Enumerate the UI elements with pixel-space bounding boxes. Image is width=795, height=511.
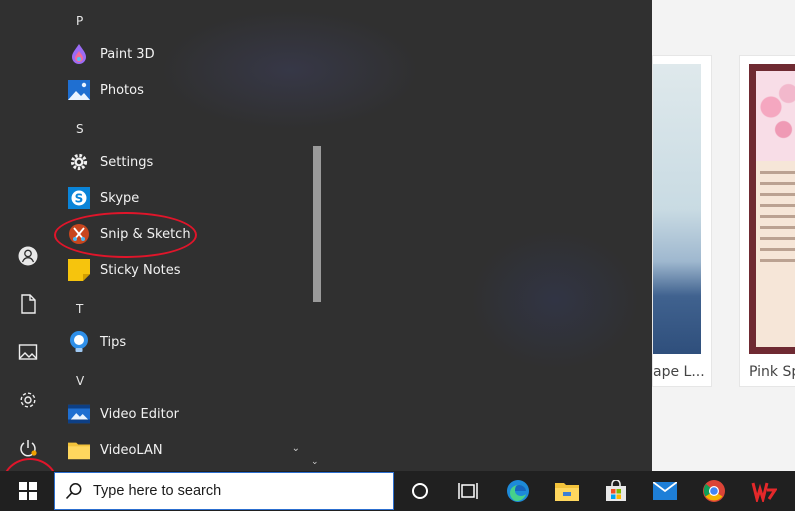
app-snip-and-sketch[interactable]: Snip & Sketch (68, 219, 308, 249)
app-sticky-notes[interactable]: Sticky Notes (68, 255, 308, 285)
settings-icon[interactable] (5, 378, 51, 422)
app-list: P Paint 3D Photos S Settings S Skype Sni… (54, 0, 312, 471)
start-rail (0, 0, 54, 471)
section-header-s[interactable]: S (76, 122, 84, 136)
section-header-p[interactable]: P (76, 14, 83, 28)
app-label: Paint 3D (100, 46, 155, 62)
cherry-blossom-image (756, 71, 795, 161)
section-header-t[interactable]: T (76, 302, 83, 316)
photos-icon (68, 79, 90, 101)
thumbnail-text-lines (760, 171, 795, 270)
task-view-icon[interactable] (444, 471, 492, 511)
store-icon[interactable] (592, 471, 640, 511)
documents-icon[interactable] (5, 282, 51, 326)
start-button[interactable] (4, 471, 52, 511)
app-settings[interactable]: Settings (68, 147, 308, 177)
app-videolan-folder[interactable]: VideoLAN ⌄ (68, 435, 308, 465)
app-label: Skype (100, 190, 140, 206)
user-account-icon[interactable] (5, 234, 51, 278)
document-card[interactable]: Pink Sp (739, 55, 795, 387)
app-photos[interactable]: Photos (68, 75, 308, 105)
app-label: Tips (100, 334, 127, 350)
windows-logo-icon (19, 482, 37, 500)
app-label: Snip & Sketch (100, 226, 191, 242)
search-placeholder: Type here to search (93, 483, 222, 499)
chrome-icon[interactable] (690, 471, 738, 511)
video-editor-icon (68, 403, 90, 425)
file-explorer-icon[interactable] (543, 471, 591, 511)
scroll-down-arrow-icon[interactable]: ⌄ (311, 457, 319, 467)
app-label: Settings (100, 154, 154, 170)
power-icon[interactable] (5, 426, 51, 470)
document-card[interactable]: ape L... (652, 55, 712, 387)
card-thumbnail (653, 64, 701, 354)
wps-office-icon[interactable] (740, 471, 788, 511)
card-thumbnail (749, 64, 795, 354)
paint3d-icon (68, 43, 90, 65)
tips-bulb-icon (68, 331, 90, 353)
taskbar: Type here to search (0, 471, 795, 511)
app-paint-3d[interactable]: Paint 3D (68, 39, 308, 69)
start-menu: P Paint 3D Photos S Settings S Skype Sni… (0, 0, 652, 471)
svg-text:S: S (75, 192, 84, 206)
mail-icon[interactable] (641, 471, 689, 511)
sticky-notes-icon (68, 259, 90, 281)
app-label: VideoLAN (100, 442, 163, 458)
app-label: Video Editor (100, 406, 180, 422)
background-window: ape L... Pink Sp (652, 0, 795, 471)
scrollbar-thumb[interactable] (313, 146, 321, 302)
card-caption: ape L... (653, 364, 705, 380)
cortana-icon[interactable] (396, 471, 444, 511)
taskbar-search-box[interactable]: Type here to search (54, 472, 394, 510)
snip-sketch-icon (68, 223, 90, 245)
card-caption: Pink Sp (749, 364, 795, 380)
app-label: Sticky Notes (100, 262, 181, 278)
search-icon (65, 483, 82, 500)
settings-gear-icon (68, 151, 90, 173)
app-video-editor[interactable]: Video Editor (68, 399, 308, 429)
edge-icon[interactable] (494, 471, 542, 511)
skype-icon: S (68, 187, 90, 209)
app-label: Photos (100, 82, 144, 98)
app-skype[interactable]: S Skype (68, 183, 308, 213)
section-header-v[interactable]: V (76, 374, 84, 388)
app-tips[interactable]: Tips (68, 327, 308, 357)
folder-icon (68, 439, 90, 461)
pictures-icon[interactable] (5, 330, 51, 374)
chevron-down-icon[interactable]: ⌄ (292, 443, 300, 454)
